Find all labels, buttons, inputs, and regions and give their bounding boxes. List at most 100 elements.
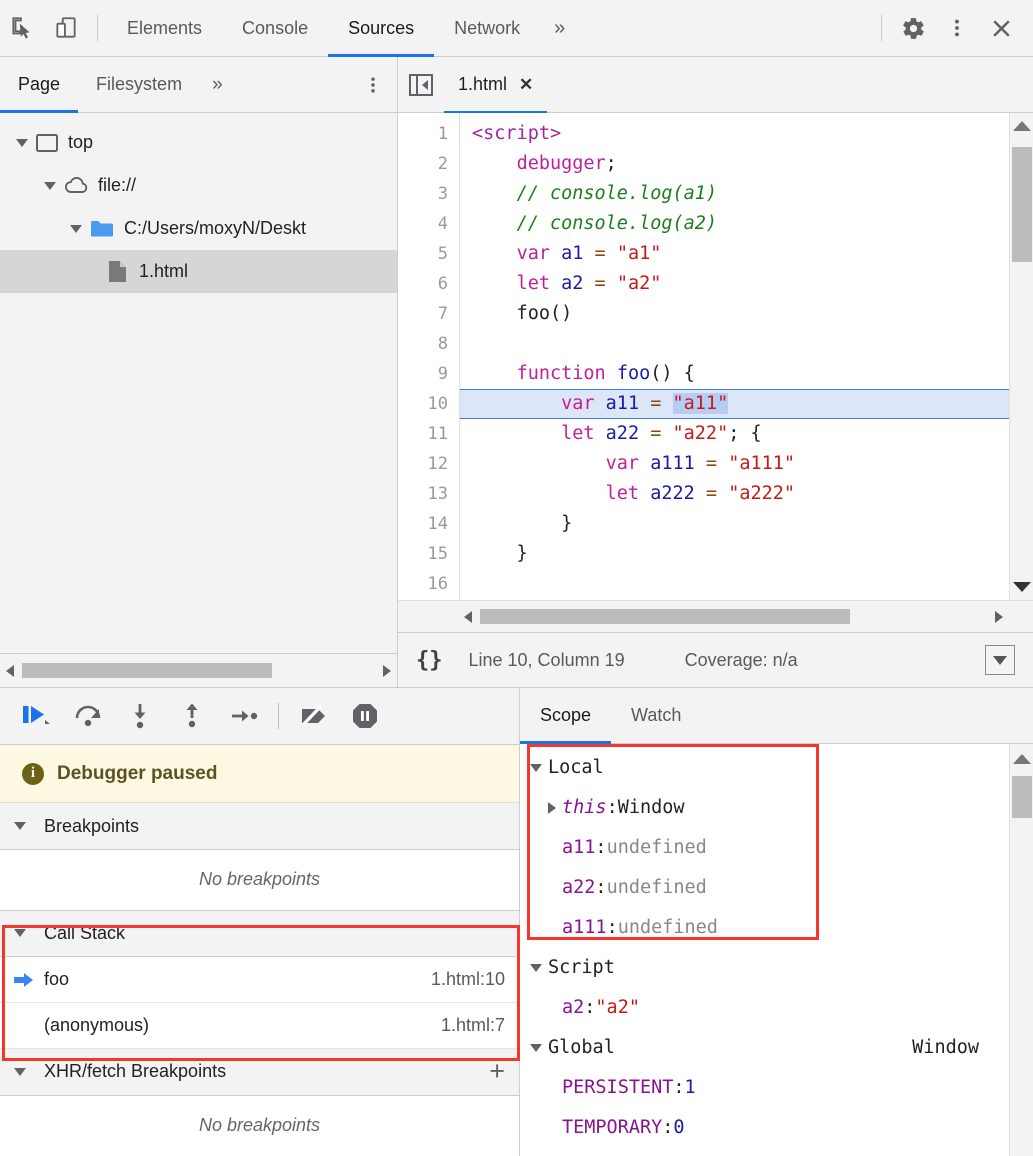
scroll-up-arrow-icon[interactable] bbox=[1013, 121, 1031, 131]
tab-scope[interactable]: Scope bbox=[520, 688, 611, 743]
nav-tab-page[interactable]: Page bbox=[0, 57, 78, 112]
chevron-down-icon[interactable] bbox=[14, 1068, 26, 1076]
line-number[interactable]: 4 bbox=[398, 209, 448, 239]
inspect-element-icon[interactable] bbox=[0, 7, 44, 49]
line-number[interactable]: 9 bbox=[398, 359, 448, 389]
nav-tab-filesystem[interactable]: Filesystem bbox=[78, 57, 200, 112]
code-line[interactable] bbox=[460, 329, 1009, 359]
deactivate-breakpoints-icon[interactable] bbox=[287, 694, 339, 738]
line-number[interactable]: 3 bbox=[398, 179, 448, 209]
line-number[interactable]: 2 bbox=[398, 149, 448, 179]
collapse-sidebar-icon[interactable] bbox=[398, 72, 444, 98]
scope-property-TEMPORARY[interactable]: TEMPORARY: 0 bbox=[520, 1108, 1009, 1148]
scrollbar-track[interactable] bbox=[480, 609, 987, 624]
line-number[interactable]: 14 bbox=[398, 509, 448, 539]
section-header-xhr-breakpoints[interactable]: XHR/fetch Breakpoints + bbox=[0, 1049, 519, 1096]
code-line-current[interactable]: var a11 = "a11" bbox=[460, 389, 1009, 419]
tab-elements[interactable]: Elements bbox=[107, 0, 222, 57]
code-line[interactable]: <script> bbox=[460, 119, 1009, 149]
code-line[interactable]: } bbox=[460, 509, 1009, 539]
navigator-horizontal-scrollbar[interactable] bbox=[0, 653, 397, 687]
line-number[interactable]: 12 bbox=[398, 449, 448, 479]
section-header-breakpoints[interactable]: Breakpoints bbox=[0, 803, 519, 850]
code-line[interactable]: } bbox=[460, 539, 1009, 569]
chevron-down-icon[interactable] bbox=[16, 139, 28, 147]
scope-group-local[interactable]: Local bbox=[520, 748, 1009, 788]
code-line[interactable]: // console.log(a2) bbox=[460, 209, 1009, 239]
scope-vertical-scrollbar[interactable] bbox=[1009, 744, 1033, 1156]
code-line[interactable]: var a1 = "a1" bbox=[460, 239, 1009, 269]
call-stack-row-foo[interactable]: foo 1.html:10 bbox=[0, 957, 519, 1003]
tree-item-folder[interactable]: C:/Users/moxyN/Deskt bbox=[0, 207, 397, 250]
scroll-right-arrow-icon[interactable] bbox=[383, 665, 391, 677]
tab-console[interactable]: Console bbox=[222, 0, 328, 57]
code-line[interactable]: // console.log(a1) bbox=[460, 179, 1009, 209]
tree-item-top[interactable]: top bbox=[0, 121, 397, 164]
line-number[interactable]: 13 bbox=[398, 479, 448, 509]
scrollbar-thumb[interactable] bbox=[1012, 147, 1032, 262]
scrollbar-thumb[interactable] bbox=[22, 663, 272, 678]
editor-horizontal-scrollbar[interactable] bbox=[398, 600, 1033, 632]
gear-icon[interactable] bbox=[891, 7, 935, 49]
line-number[interactable]: 7 bbox=[398, 299, 448, 329]
scroll-down-arrow-icon[interactable] bbox=[1013, 582, 1031, 592]
scope-property-a1[interactable]: a1: "a1" bbox=[520, 1148, 1009, 1156]
code-line[interactable]: foo() bbox=[460, 299, 1009, 329]
scroll-left-arrow-icon[interactable] bbox=[6, 665, 14, 677]
device-toolbar-icon[interactable] bbox=[44, 7, 88, 49]
pause-on-exceptions-icon[interactable] bbox=[339, 694, 391, 738]
close-icon[interactable]: ✕ bbox=[519, 75, 533, 95]
chevron-down-icon[interactable] bbox=[530, 764, 542, 772]
line-number[interactable]: 11 bbox=[398, 419, 448, 449]
step-over-icon[interactable] bbox=[62, 694, 114, 738]
scope-group-global[interactable]: GlobalWindow bbox=[520, 1028, 1009, 1068]
code-line[interactable]: let a2 = "a2" bbox=[460, 269, 1009, 299]
chevron-down-icon[interactable] bbox=[44, 182, 56, 190]
line-number[interactable]: 10 bbox=[398, 389, 448, 419]
line-number[interactable]: 6 bbox=[398, 269, 448, 299]
step-out-icon[interactable] bbox=[166, 694, 218, 738]
code-line[interactable]: function foo() { bbox=[460, 359, 1009, 389]
more-vertical-icon[interactable] bbox=[935, 7, 979, 49]
chevron-down-icon[interactable] bbox=[530, 1044, 542, 1052]
chevron-right-icon[interactable] bbox=[548, 802, 556, 814]
scroll-right-arrow-icon[interactable] bbox=[995, 611, 1003, 623]
scroll-up-arrow-icon[interactable] bbox=[1013, 754, 1031, 764]
step-into-icon[interactable] bbox=[114, 694, 166, 738]
tree-item-1html[interactable]: 1.html bbox=[0, 250, 397, 293]
scope-property-a2[interactable]: a2: "a2" bbox=[520, 988, 1009, 1028]
scope-property-a111[interactable]: a111: undefined bbox=[520, 908, 1009, 948]
chevron-down-icon[interactable] bbox=[14, 822, 26, 830]
editor-tab-1html[interactable]: 1.html ✕ bbox=[444, 57, 547, 113]
call-stack-row-anonymous[interactable]: (anonymous) 1.html:7 bbox=[0, 1003, 519, 1049]
scope-property-PERSISTENT[interactable]: PERSISTENT: 1 bbox=[520, 1068, 1009, 1108]
code-line[interactable]: let a222 = "a222" bbox=[460, 479, 1009, 509]
step-icon[interactable] bbox=[218, 694, 270, 738]
pretty-print-icon[interactable]: {} bbox=[416, 648, 443, 673]
chevron-down-icon[interactable] bbox=[530, 964, 542, 972]
line-number[interactable]: 16 bbox=[398, 569, 448, 599]
tree-item-file-scheme[interactable]: file:// bbox=[0, 164, 397, 207]
close-icon[interactable] bbox=[979, 7, 1023, 49]
code-line[interactable]: debugger; bbox=[460, 149, 1009, 179]
navigator-menu-icon[interactable] bbox=[349, 57, 397, 112]
chevron-down-icon[interactable] bbox=[70, 225, 82, 233]
tab-sources[interactable]: Sources bbox=[328, 0, 434, 57]
scope-property-a11[interactable]: a11: undefined bbox=[520, 828, 1009, 868]
section-header-call-stack[interactable]: Call Stack bbox=[0, 911, 519, 958]
chevron-down-icon[interactable] bbox=[14, 929, 26, 937]
code-lines[interactable]: <script> debugger; // console.log(a1) //… bbox=[460, 113, 1009, 600]
line-number[interactable]: 1 bbox=[398, 119, 448, 149]
tab-network[interactable]: Network bbox=[434, 0, 540, 57]
scroll-left-arrow-icon[interactable] bbox=[464, 611, 472, 623]
scope-property-this[interactable]: this: Window bbox=[520, 788, 1009, 828]
scrollbar-track[interactable] bbox=[22, 663, 375, 678]
popout-icon[interactable] bbox=[985, 645, 1015, 675]
more-tabs-chevron-icon[interactable]: » bbox=[540, 17, 579, 40]
scrollbar-thumb[interactable] bbox=[480, 609, 850, 624]
scrollbar-thumb[interactable] bbox=[1012, 776, 1032, 818]
line-number[interactable]: 5 bbox=[398, 239, 448, 269]
editor-vertical-scrollbar[interactable] bbox=[1009, 113, 1033, 600]
scope-property-a22[interactable]: a22: undefined bbox=[520, 868, 1009, 908]
code-line[interactable]: let a22 = "a22"; { bbox=[460, 419, 1009, 449]
